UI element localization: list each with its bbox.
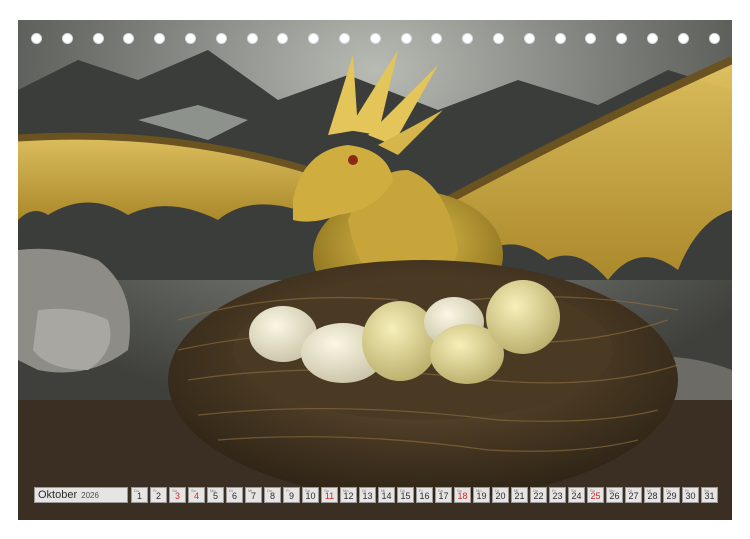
weekday-label: Fr — [552, 488, 556, 493]
weekday-label: Fr — [153, 488, 157, 493]
spiral-binding-holes — [18, 30, 732, 48]
photo-illustration — [18, 20, 732, 520]
weekday-label: Sa — [571, 488, 576, 493]
weekday-label: Do — [533, 488, 539, 493]
calendar-day: Di 20 — [492, 487, 509, 503]
calendar-day: Fr 16 — [416, 487, 433, 503]
calendar-day: Fr 9 — [283, 487, 300, 503]
weekday-label: Mo — [210, 488, 216, 493]
calendar-day: Do 8 — [264, 487, 281, 503]
weekday-label: Do — [666, 488, 672, 493]
calendar-page: Oktober 2026 Do 1 Fr 2 Sa 3 So 4 Mo 5 Di 6 Mi 7 Do 8 Fr 9… — [0, 0, 750, 539]
binding-hole — [677, 33, 689, 44]
binding-hole — [246, 33, 258, 44]
binding-hole — [277, 33, 289, 44]
calendar-day: Sa 10 — [302, 487, 319, 503]
weekday-label: Di — [229, 488, 233, 493]
binding-hole — [31, 33, 42, 44]
binding-hole — [308, 33, 320, 44]
binding-hole — [585, 33, 597, 44]
calendar-day: Sa 24 — [568, 487, 585, 503]
weekday-label: Do — [134, 488, 140, 493]
month-calendar-strip: Oktober 2026 Do 1 Fr 2 Sa 3 So 4 Mo 5 Di 6 Mi 7 Do 8 Fr 9… — [34, 487, 720, 503]
weekday-label: Mo — [609, 488, 615, 493]
calendar-day: Fr 2 — [150, 487, 167, 503]
binding-hole — [185, 33, 196, 44]
weekday-label: Sa — [305, 488, 310, 493]
month-label: Oktober 2026 — [34, 487, 128, 503]
weekday-label: So — [191, 488, 196, 493]
calendar-day: Mo 12 — [340, 487, 357, 503]
weekday-label: Do — [400, 488, 406, 493]
calendar-day: Fr 23 — [549, 487, 566, 503]
calendar-day: Sa 3 — [169, 487, 186, 503]
weekday-label: So — [324, 488, 329, 493]
month-name: Oktober — [38, 489, 78, 501]
binding-hole — [339, 33, 350, 44]
weekday-label: Fr — [419, 488, 423, 493]
calendar-day: Mi 14 — [378, 487, 395, 503]
weekday-label: Di — [362, 488, 366, 493]
calendar-day: Di 6 — [226, 487, 243, 503]
binding-hole — [554, 33, 566, 44]
weekday-label: Do — [267, 488, 273, 493]
calendar-day: Mi 28 — [644, 487, 661, 503]
calendar-day: Mi 21 — [511, 487, 528, 503]
calendar-day: Sa 17 — [435, 487, 452, 503]
dragon-nest-photo — [18, 20, 732, 520]
calendar-day: Mi 7 — [245, 487, 262, 503]
calendar-day: Mo 5 — [207, 487, 224, 503]
weekday-label: Di — [495, 488, 499, 493]
weekday-label: Mi — [248, 488, 253, 493]
calendar-day: So 18 — [454, 487, 471, 503]
binding-hole — [493, 33, 504, 44]
calendar-day: Do 22 — [530, 487, 547, 503]
binding-hole — [647, 33, 658, 44]
weekday-label: Sa — [172, 488, 177, 493]
binding-hole — [708, 33, 720, 44]
calendar-day: Sa 31 — [701, 487, 718, 503]
binding-hole — [92, 33, 104, 44]
weekday-label: Sa — [438, 488, 443, 493]
binding-hole — [369, 33, 381, 44]
binding-hole — [123, 33, 135, 44]
month-year: 2026 — [81, 490, 99, 500]
weekday-label: Fr — [286, 488, 290, 493]
calendar-day: So 11 — [321, 487, 338, 503]
weekday-label: Mi — [647, 488, 652, 493]
binding-hole — [154, 33, 166, 44]
weekday-label: Fr — [685, 488, 689, 493]
calendar-day: Mo 26 — [606, 487, 623, 503]
weekday-label: Mi — [381, 488, 386, 493]
weekday-label: Mo — [476, 488, 482, 493]
binding-hole — [400, 33, 412, 44]
calendar-day: Do 1 — [131, 487, 148, 503]
weekday-label: Sa — [704, 488, 709, 493]
weekday-label: So — [457, 488, 462, 493]
weekday-label: Mo — [343, 488, 349, 493]
binding-hole — [462, 33, 474, 44]
calendar-day: So 25 — [587, 487, 604, 503]
calendar-day: Mo 19 — [473, 487, 490, 503]
binding-hole — [431, 33, 443, 44]
weekday-label: Di — [628, 488, 632, 493]
calendar-day: Do 29 — [663, 487, 680, 503]
calendar-day: Do 15 — [397, 487, 414, 503]
binding-hole — [523, 33, 535, 44]
weekday-label: So — [590, 488, 595, 493]
calendar-day: Di 27 — [625, 487, 642, 503]
calendar-day: Di 13 — [359, 487, 376, 503]
binding-hole — [616, 33, 628, 44]
calendar-day: So 4 — [188, 487, 205, 503]
binding-hole — [215, 33, 227, 44]
binding-hole — [61, 33, 73, 44]
weekday-label: Mi — [514, 488, 519, 493]
calendar-day: Fr 30 — [682, 487, 699, 503]
